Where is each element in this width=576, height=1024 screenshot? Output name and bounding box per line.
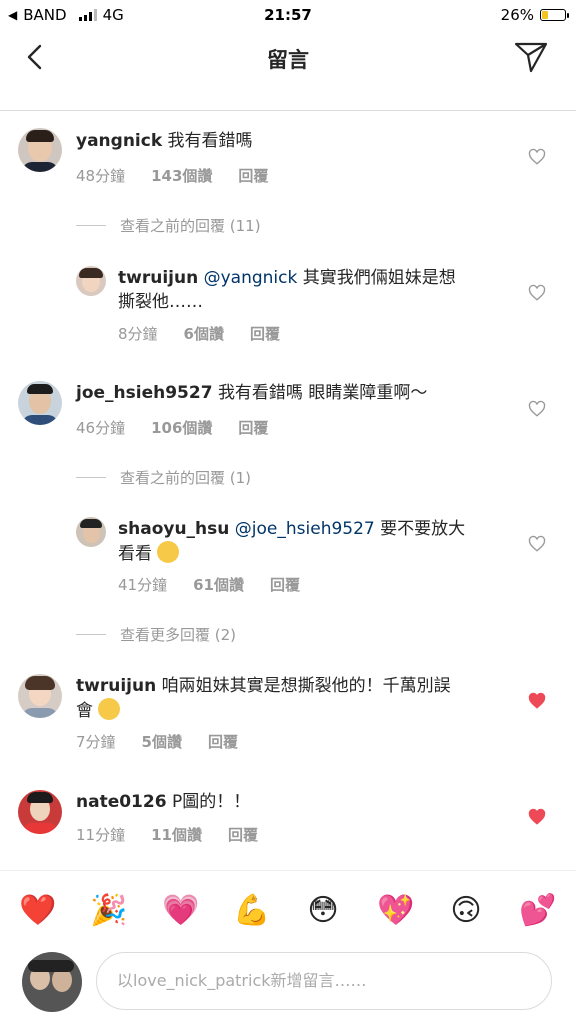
growing-heart-emoji-button[interactable]: 💗 (162, 893, 199, 929)
comment-mention[interactable]: @yangnick (204, 268, 298, 288)
comment-time: 48分鐘 (76, 167, 126, 185)
status-time: 21:57 (264, 6, 312, 24)
avatar[interactable] (76, 517, 106, 547)
viewmore-label[interactable]: 查看更多回覆 (2) (120, 624, 236, 645)
comment-text: 咱兩姐妹其實是想撕裂他的！千萬別誤 (161, 676, 451, 696)
like-heart-icon[interactable] (528, 535, 546, 553)
comment-text: 要不要放大 (380, 519, 466, 539)
party-popper-emoji-button[interactable]: 🎉 (90, 893, 127, 929)
view-previous-replies[interactable]: 查看之前的回覆 (11) (76, 215, 261, 236)
comment-text-cont: 撕裂他…… (118, 292, 203, 312)
viewmore-line (76, 477, 106, 478)
reply-button[interactable]: 回覆 (238, 165, 268, 186)
comment-mention[interactable]: @joe_hsieh9527 (235, 519, 375, 539)
liked-heart-icon[interactable] (528, 692, 546, 710)
header: 留言 (0, 30, 576, 88)
comment-time: 11分鐘 (76, 826, 126, 844)
two-hearts-emoji-button[interactable]: 💕 (519, 893, 556, 929)
comment-username[interactable]: joe_hsieh9527 (76, 383, 213, 403)
view-more-replies[interactable]: 查看更多回覆 (2) (76, 624, 236, 645)
comment-likes[interactable]: 106個讚 (151, 417, 212, 438)
comment-username[interactable]: nate0126 (76, 792, 167, 812)
comment-likes[interactable]: 143個讚 (151, 165, 212, 186)
page-title: 留言 (267, 48, 309, 72)
header-divider (0, 110, 576, 111)
liked-heart-icon[interactable] (528, 808, 546, 826)
comment-time: 8分鐘 (118, 325, 158, 343)
reply-button[interactable]: 回覆 (208, 731, 238, 752)
my-avatar (22, 952, 82, 1012)
emoji-quick-bar: ❤️ 🎉 💗 💪 😳 💖 🙃 💕 (0, 870, 576, 951)
status-bar: ◀ BAND 4G 21:57 26% (0, 0, 576, 30)
red-heart-emoji-button[interactable]: ❤️ (19, 893, 56, 929)
avatar[interactable] (76, 266, 106, 296)
monocle-face-emoji-icon (157, 541, 180, 563)
comment-time: 7分鐘 (76, 733, 116, 751)
sparkling-heart-emoji-button[interactable]: 💖 (377, 893, 414, 929)
viewmore-line (76, 225, 106, 226)
avatar[interactable] (18, 381, 62, 425)
avatar[interactable] (18, 674, 62, 718)
comment-text-cont: 會 (76, 701, 93, 721)
avatar[interactable] (18, 128, 62, 172)
reply-button[interactable]: 回覆 (250, 323, 280, 344)
like-heart-icon[interactable] (528, 148, 546, 166)
viewmore-label[interactable]: 查看之前的回覆 (1) (120, 467, 251, 488)
comment-likes[interactable]: 11個讚 (151, 824, 202, 845)
viewmore-label[interactable]: 查看之前的回覆 (11) (120, 215, 261, 236)
comment-text: 我有看錯嗎 (167, 131, 253, 151)
battery-icon (540, 9, 569, 21)
comment-composer: 以love_nick_patrick新增留言…… (0, 950, 576, 1024)
comment-likes[interactable]: 61個讚 (193, 574, 244, 595)
flexed-biceps-emoji-button[interactable]: 💪 (233, 893, 270, 929)
comment-time: 41分鐘 (118, 576, 168, 594)
reply-button[interactable]: 回覆 (238, 417, 268, 438)
view-previous-replies[interactable]: 查看之前的回覆 (1) (76, 467, 251, 488)
upside-down-face-emoji-button[interactable]: 🙃 (448, 893, 484, 929)
comment-input[interactable]: 以love_nick_patrick新增留言…… (96, 952, 552, 1010)
reply-button[interactable]: 回覆 (228, 824, 258, 845)
like-heart-icon[interactable] (528, 284, 546, 302)
comment-likes[interactable]: 5個讚 (142, 731, 182, 752)
comment-text: 其實我們倆姐妹是想 (302, 268, 456, 288)
reply-button[interactable]: 回覆 (270, 574, 300, 595)
comment-username[interactable]: shaoyu_hsu (118, 519, 229, 539)
comment-username[interactable]: yangnick (76, 131, 162, 151)
comment-text: 我有看錯嗎 眼睛業障重啊～ (217, 383, 428, 403)
viewmore-line (76, 634, 106, 635)
like-heart-icon[interactable] (528, 400, 546, 418)
steam-nose-emoji-icon (98, 698, 121, 720)
avatar[interactable] (18, 790, 62, 834)
comment-time: 46分鐘 (76, 419, 126, 437)
direct-send-icon[interactable] (514, 40, 548, 74)
comment-username[interactable]: twruijun (118, 268, 198, 288)
comment-text-cont: 看看 (118, 544, 152, 564)
comment-likes[interactable]: 6個讚 (184, 323, 224, 344)
battery-percent: 26% (500, 6, 534, 24)
comment-text: P圖的！！ (171, 792, 251, 812)
comment-username[interactable]: twruijun (76, 676, 156, 696)
flushed-face-emoji-button[interactable]: 😳 (305, 893, 341, 929)
